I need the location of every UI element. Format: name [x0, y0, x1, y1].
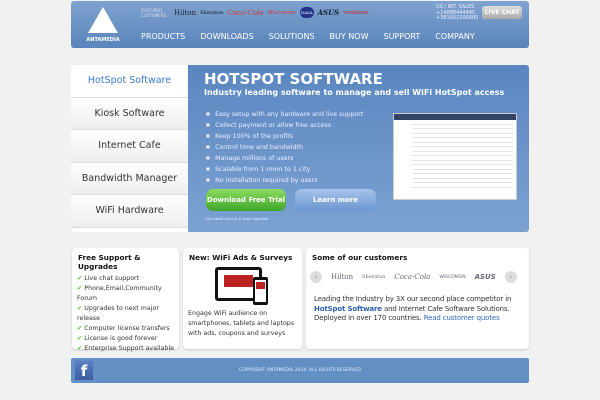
nav-support[interactable]: SUPPORT — [384, 32, 421, 41]
support-item: ✔ Enterprise Support available — [72, 344, 179, 354]
antamedia-logo[interactable]: ANTAMEDIA — [81, 7, 125, 43]
support-card: Free Support & Upgrades ✔ Live chat suppo… — [72, 248, 179, 352]
main-nav: PRODUCTS DOWNLOADS SOLUTIONS BUY NOW SUP… — [141, 32, 475, 41]
support-item: ✔ Computer license transfers — [72, 324, 179, 334]
nav-solutions[interactable]: SOLUTIONS — [269, 32, 315, 41]
check-icon: ✔ — [77, 345, 83, 352]
hero-subtitle: Industry leading software to manage and … — [204, 88, 505, 97]
customer-carousel: ‹ Hilton Sheraton Coca-Cola WISCONSIN AS… — [306, 265, 529, 289]
customers-text: Leading the Industry by 3X our second pl… — [306, 289, 529, 324]
feature-item: Collect payment or allow free access — [206, 120, 363, 131]
devices-image — [215, 265, 302, 307]
hotspot-software-link[interactable]: HotSpot Software — [314, 305, 382, 313]
support-title: Free Support & Upgrades — [78, 253, 141, 271]
sheraton-logo: Sheraton — [200, 9, 224, 16]
feature-list: Easy setup with any hardware and live su… — [206, 109, 363, 186]
support-item: ✔ Upgrades to next major release — [72, 304, 179, 324]
product-sidebar: HotSpot Software Kiosk Software Internet… — [71, 65, 188, 232]
support-item: ✔ Live chat support — [72, 274, 179, 284]
wifi-ads-card: New: WiFi Ads & Surveys Engage WiFi audi… — [183, 248, 302, 349]
support-item: ✔ Phone,Email,Community Forum — [72, 284, 179, 304]
vodafone-logo: vodafone — [343, 9, 369, 16]
support-item-label: Live chat support — [84, 275, 140, 282]
check-icon: ✔ — [77, 325, 83, 332]
check-icon: ✔ — [77, 335, 83, 342]
support-item: ✔ License is good forever — [72, 334, 179, 344]
download-trial-button[interactable]: Download Free Trial — [206, 189, 286, 211]
feature-item: No installation required by users — [206, 175, 363, 186]
read-quotes-link[interactable]: Read customer quotes — [424, 314, 500, 322]
feature-item: Scalable from 1 room to 1 city — [206, 164, 363, 175]
customer-logo: Sheraton — [362, 274, 386, 280]
support-item-label: Computer license transfers — [84, 325, 170, 332]
trial-note: No credit card or E-mail required — [206, 216, 269, 221]
featured-label: FEATURED CUSTOMERS — [141, 8, 167, 18]
live-chat-button[interactable]: LIVE CHAT — [482, 6, 522, 19]
cocacola-logo: Coca-Cola — [227, 8, 264, 17]
hero-title: HOTSPOT SOFTWARE — [204, 70, 383, 88]
sidebar-item-wifi-hardware[interactable]: WiFi Hardware — [71, 195, 188, 228]
nav-buy-now[interactable]: BUY NOW — [330, 32, 369, 41]
sidebar-item-kiosk[interactable]: Kiosk Software — [71, 97, 188, 131]
customers-text-1: Leading the Industry by 3X our second pl… — [314, 295, 512, 303]
feature-item: Control time and bandwidth — [206, 142, 363, 153]
customer-logo: Hilton — [331, 273, 354, 281]
sidebar-item-bandwidth[interactable]: Bandwidth Manager — [71, 162, 188, 196]
feature-item: Keep 100% of the profits — [206, 131, 363, 142]
sales-contact: US / INT. SALES +14088444480 +381652106600 — [436, 4, 479, 22]
learn-more-button[interactable]: Learn more — [295, 189, 376, 211]
phone-int: +381652106600 — [436, 15, 479, 21]
support-item-label: License is good forever — [84, 335, 158, 342]
footer: f COPYRIGHT ANTAMEDIA 2014. ALL RIGHTS R… — [71, 358, 529, 383]
nasa-logo: NASA — [299, 7, 314, 18]
nav-downloads[interactable]: DOWNLOADS — [200, 32, 253, 41]
sidebar-item-internet-cafe[interactable]: Internet Cafe — [71, 130, 188, 163]
hilton-logo: Hilton — [174, 8, 197, 17]
feature-item: Manage millions of users — [206, 153, 363, 164]
header: ANTAMEDIA FEATURED CUSTOMERS Hilton Sher… — [71, 1, 529, 48]
sidebar-item-hotspot[interactable]: HotSpot Software — [71, 65, 188, 98]
wisconsin-logo: Wisconsin — [267, 9, 296, 16]
support-item-label: Phone,Email,Community Forum — [77, 285, 162, 302]
customer-logo: Coca-Cola — [394, 273, 431, 281]
asus-logo: ASUS — [317, 8, 340, 17]
ads-text: Engage WiFi audience on smartphones, tab… — [188, 310, 295, 337]
screenshot-row — [412, 183, 513, 188]
check-icon: ✔ — [77, 305, 83, 312]
ads-title: New: WiFi Ads & Surveys — [189, 253, 293, 262]
customer-logo: WISCONSIN — [439, 274, 466, 280]
software-screenshot — [393, 113, 517, 200]
customers-card: Some of our customers ‹ Hilton Sheraton … — [306, 248, 529, 349]
copyright: COPYRIGHT ANTAMEDIA 2014. ALL RIGHTS RES… — [239, 368, 361, 373]
check-icon: ✔ — [77, 285, 83, 292]
featured-customers: Hilton Sheraton Coca-Cola Wisconsin NASA… — [174, 7, 369, 18]
customer-logo: ASUS — [474, 273, 496, 281]
carousel-next-icon[interactable]: › — [504, 271, 517, 283]
nav-company[interactable]: COMPANY — [435, 32, 474, 41]
support-item-label: Enterprise Support available — [84, 345, 174, 352]
customers-title: Some of our customers — [312, 253, 408, 262]
check-icon: ✔ — [77, 275, 83, 282]
carousel-prev-icon[interactable]: ‹ — [310, 271, 322, 283]
nav-products[interactable]: PRODUCTS — [141, 32, 185, 41]
support-item-label: Upgrades to next major release — [77, 305, 159, 322]
feature-item: Easy setup with any hardware and live su… — [206, 109, 363, 120]
